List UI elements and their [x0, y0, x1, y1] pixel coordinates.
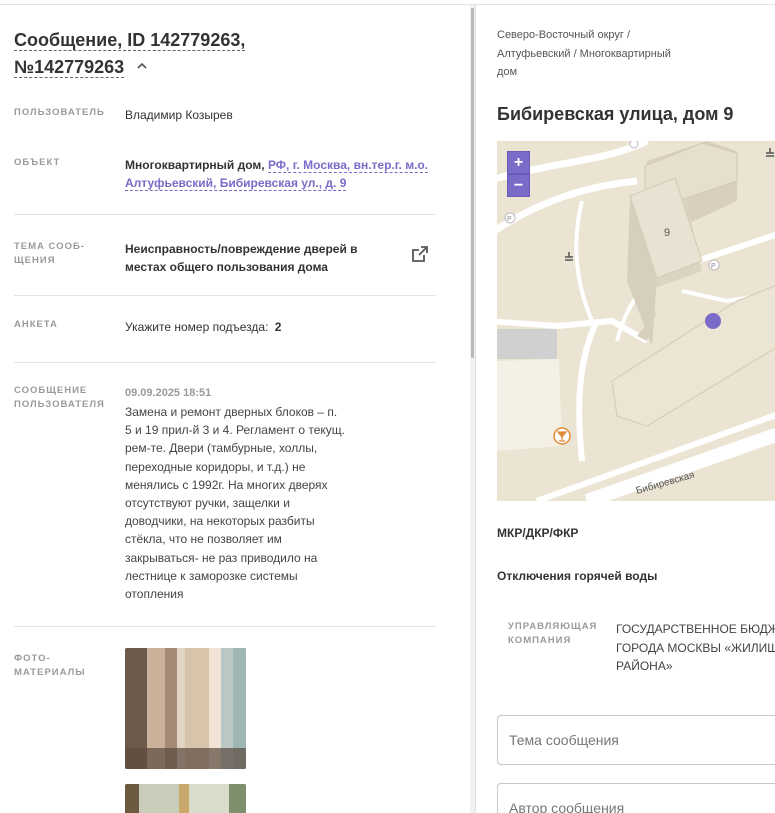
parking-label: P: [507, 216, 512, 223]
message-text: Замена и ремонт дверных блоков – п. 5 и …: [125, 403, 355, 603]
message-line: лестнице к заморозке системы: [125, 568, 298, 583]
message-line: Замена и ремонт дверных блоков – п.: [125, 405, 338, 419]
message-line: отсутствуют ручки, защелки и: [125, 496, 290, 511]
topic-label-line-2: ЩЕНИЯ: [14, 255, 56, 266]
external-link-icon[interactable]: [410, 244, 430, 264]
topic-field[interactable]: [497, 715, 775, 765]
message-line: закрываться- не раз приводило на: [125, 550, 318, 565]
author-input[interactable]: [498, 784, 775, 813]
message-line: рем-те. Двери (тамбурные, холлы,: [125, 441, 318, 456]
management-company-label-line-2: КОМПАНИЯ: [508, 635, 572, 646]
topic-input[interactable]: [498, 716, 775, 764]
divider: [14, 626, 436, 627]
location-panel: Северо-Восточный округ / Алтуфьевский / …: [476, 0, 775, 813]
photos-label-line-2: МАТЕРИАЛЫ: [14, 667, 86, 678]
topic-label-line-1: ТЕМА СООБ-: [14, 241, 85, 252]
map[interactable]: 9 Бибиревская P P + −: [497, 141, 775, 501]
chevron-up-icon[interactable]: [137, 61, 147, 71]
program-label[interactable]: МКР/ДКР/ФКР: [497, 526, 578, 540]
divider: [14, 295, 436, 296]
message-line: отопления: [125, 587, 184, 602]
breadcrumb: Северо-Восточный округ / Алтуфьевский / …: [497, 26, 697, 82]
message-details-panel: Сообщение, ID 142779263, №142779263 ПОЛЬ…: [0, 0, 470, 813]
photos-label-line-1: ФОТО-: [14, 653, 51, 664]
message-title-text[interactable]: Сообщение, ID 142779263, №142779263: [14, 30, 246, 78]
author-field[interactable]: [497, 783, 775, 813]
object-address-link-2[interactable]: Алтуфьевский, Бибиревская ул., д. 9: [125, 176, 347, 191]
object-type: Многоквартирный дом,: [125, 158, 265, 172]
topic-row: ТЕМА СООБ- ЩЕНИЯ Неисправность/поврежден…: [14, 240, 436, 276]
object-value: Многоквартирный дом, РФ, г. Москва, вн.т…: [125, 156, 435, 192]
management-company-label-line-1: УПРАВЛЯЮЩАЯ: [508, 621, 598, 632]
message-date: 09.09.2025 18:51: [125, 387, 212, 399]
message-line: 5 и 19 прил-й 3 и 4. Регламент о текущ.: [125, 423, 345, 438]
management-company-line-3: РАЙОНА»: [616, 659, 673, 673]
management-company-value: ГОСУДАРСТВЕННОЕ БЮДЖ ГОРОДА МОСКВЫ «ЖИЛИ…: [616, 620, 775, 676]
topic-value-line-2: местах общего пользования дома: [125, 260, 328, 274]
divider: [14, 362, 436, 363]
user-message-row: СООБЩЕНИЕ ПОЛЬЗОВАТЕЛЯ 09.09.2025 18:51 …: [14, 384, 436, 604]
address-title: Бибиревская улица, дом 9: [497, 104, 734, 124]
survey-row: АНКЕТА Укажите номер подъезда: 2: [14, 318, 436, 338]
topic-value-line-1: Неисправность/повреждение дверей в: [125, 242, 358, 256]
left-panel-scrollbar-thumb[interactable]: [471, 8, 474, 358]
parking-label: P: [711, 263, 716, 270]
building-number-label: 9: [664, 227, 670, 239]
breadcrumb-line-3[interactable]: дом: [497, 63, 697, 82]
object-address-link-1[interactable]: РФ, г. Москва, вн.тер.г. м.о.: [267, 158, 429, 173]
management-company-line-2: ГОРОДА МОСКВЫ «ЖИЛИЩ: [616, 640, 775, 655]
hot-water-label[interactable]: Отключения горячей воды: [497, 569, 657, 583]
user-message-body: 09.09.2025 18:51 Замена и ремонт дверных…: [125, 386, 355, 603]
object-label: ОБЪЕКТ: [14, 157, 61, 168]
photos-label: ФОТО- МАТЕРИАЛЫ: [14, 652, 114, 680]
survey-value: Укажите номер подъезда: 2: [125, 318, 281, 336]
message-line: стёкла, что не позволяет им: [125, 532, 282, 547]
user-message-label: СООБЩЕНИЕ ПОЛЬЗОВАТЕЛЯ: [14, 384, 114, 412]
management-company-label: УПРАВЛЯЮЩАЯ КОМПАНИЯ: [508, 620, 603, 648]
user-message-label-line-1: СООБЩЕНИЕ: [14, 385, 88, 396]
map-zoom-in-button[interactable]: +: [507, 151, 530, 174]
survey-answer: 2: [274, 320, 282, 334]
user-label: ПОЛЬЗОВАТЕЛЬ: [14, 107, 105, 118]
survey-question: Укажите номер подъезда:: [125, 320, 269, 334]
photo-thumbnail-2[interactable]: [125, 784, 246, 813]
user-row: ПОЛЬЗОВАТЕЛЬ Владимир Козырев: [14, 106, 436, 126]
photo-thumbnail-1[interactable]: [125, 648, 246, 769]
message-line: доводчики, на некоторых разбиты: [125, 514, 315, 529]
management-company-line-1: ГОСУДАРСТВЕННОЕ БЮДЖ: [616, 622, 775, 636]
breadcrumb-line-2[interactable]: Алтуфьевский / Многоквартирный: [497, 45, 697, 64]
map-zoom-out-button[interactable]: −: [507, 174, 530, 197]
user-message-label-line-2: ПОЛЬЗОВАТЕЛЯ: [14, 399, 105, 410]
message-line: переходные коридоры, и т.д.) не: [125, 459, 306, 474]
breadcrumb-line-1[interactable]: Северо-Восточный округ /: [497, 26, 697, 45]
user-value: Владимир Козырев: [125, 108, 233, 122]
divider: [14, 214, 436, 215]
message-title[interactable]: Сообщение, ID 142779263, №142779263: [14, 27, 274, 81]
message-line: менялись с 1992г. На многих дверях: [125, 477, 328, 492]
object-row: ОБЪЕКТ Многоквартирный дом, РФ, г. Москв…: [14, 156, 436, 196]
topic-label: ТЕМА СООБ- ЩЕНИЯ: [14, 240, 114, 268]
topic-value: Неисправность/повреждение дверей в места…: [125, 240, 375, 276]
survey-label: АНКЕТА: [14, 319, 58, 330]
